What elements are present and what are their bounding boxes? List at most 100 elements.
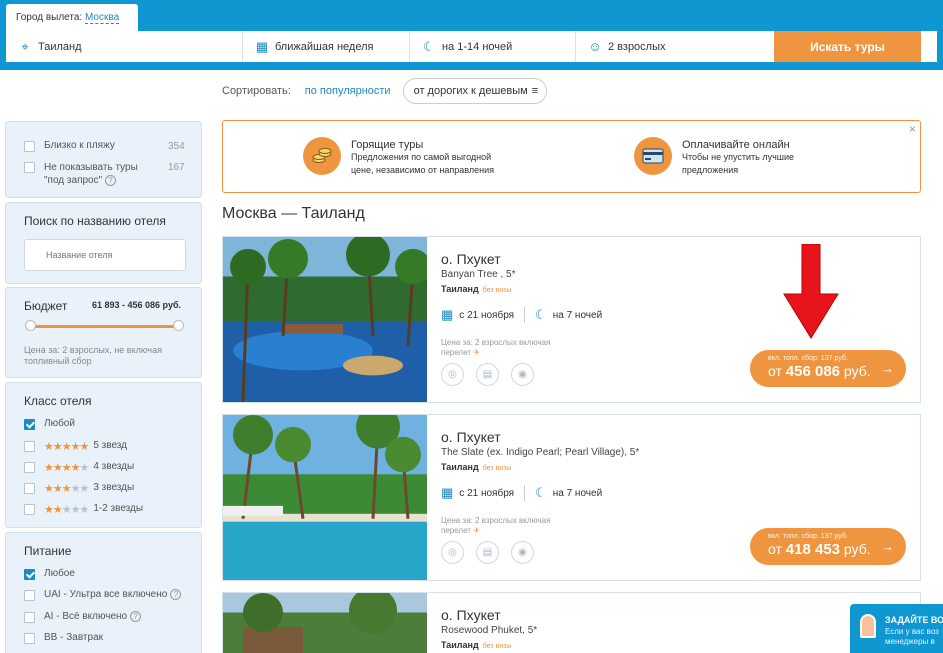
price-amount: 418 453 [785, 541, 841, 558]
wifi-icon: ◉ [511, 541, 534, 564]
promo-hot-tours[interactable]: Горящие туры Предложения по самой выгодн… [303, 137, 494, 177]
checkbox[interactable] [24, 590, 35, 601]
hotel-name-input[interactable] [24, 239, 186, 271]
coins-icon [303, 137, 341, 175]
class-option-any[interactable]: Любой [24, 418, 75, 430]
budget-slider-track[interactable] [30, 325, 178, 328]
price-note-line2: перелет [441, 348, 471, 357]
food-panel: Питание Любое UAI - Ультра все включено … [5, 532, 202, 653]
departure-city-tab[interactable]: Город вылета: Москва [6, 4, 138, 31]
hotel-place[interactable]: о. Пхукет [441, 607, 537, 623]
help-icon[interactable]: ? [104, 175, 116, 186]
budget-note: Цена за: 2 взрослых, не включая топливны… [24, 345, 162, 366]
promo-pay-online[interactable]: Оплачивайте онлайн Чтобы не упустить луч… [634, 137, 794, 177]
hotel-class-panel: Класс отеля Любой ★★★★★ 5 звезд ★★★★★ 4 … [5, 382, 202, 528]
hotel-name[interactable]: Rosewood Phuket, 5* [441, 625, 537, 636]
class-option-5-stars[interactable]: ★★★★★ 5 звезд [24, 440, 127, 453]
moon-icon: ☾ [535, 307, 547, 322]
checkbox[interactable] [24, 162, 35, 173]
food-option-ai[interactable]: AI - Всё включено ? [24, 611, 142, 623]
checkbox[interactable] [24, 441, 35, 452]
country-label: Таиланд [441, 640, 479, 650]
results-title: Москва — Таиланд [222, 205, 365, 222]
visa-badge: без визы [482, 643, 512, 650]
hotel-card[interactable]: о. Пхукет Rosewood Phuket, 5* Таиланд без… [222, 592, 921, 653]
promo-text-block: Горящие туры Предложения по самой выгодн… [351, 137, 494, 177]
hotel-country: Таиланд без визы [441, 640, 537, 650]
checkbox[interactable] [24, 612, 35, 623]
checkbox-checked[interactable] [24, 569, 35, 580]
hotel-photo[interactable] [223, 415, 427, 580]
class-option-3-stars[interactable]: ★★★★★ 3 звезды [24, 482, 134, 495]
hotel-info: о. Пхукет Rosewood Phuket, 5* Таиланд без… [441, 607, 537, 650]
location-pin-icon: ⌖ [21, 38, 29, 54]
stars-icon: ★★★★★ [44, 441, 89, 453]
filter-label-line2: "под запрос" [44, 175, 103, 186]
bicycle-icon: ◎ [441, 541, 464, 564]
checkbox[interactable] [24, 141, 35, 152]
help-icon[interactable]: ? [130, 611, 142, 622]
price-button[interactable]: вкл. топл. сбор: 137 руб. от 418 453 руб… [750, 528, 906, 565]
sort-by-popularity-link[interactable]: по популярности [305, 85, 391, 97]
tourists-field[interactable]: ☺ 2 взрослых [576, 31, 774, 62]
food-option-any[interactable]: Любое [24, 568, 75, 580]
checkbox[interactable] [24, 633, 35, 644]
stars-icon: ★★★★★ [44, 462, 89, 474]
hotel-photo[interactable] [223, 237, 427, 402]
amenities: ◎ ▤ ◉ [441, 363, 534, 386]
filter-no-on-request[interactable]: Не показывать туры "под запрос" ? [24, 161, 138, 187]
tour-start-date: с 21 ноября [459, 487, 515, 499]
filter-near-beach[interactable]: Близко к пляжу [24, 140, 115, 152]
close-icon[interactable]: × [909, 122, 916, 136]
chat-widget[interactable]: ЗАДАЙТЕ ВО Если у вас воз менеджеры в [850, 604, 943, 653]
checkbox[interactable] [24, 504, 35, 515]
hotel-info: о. Пхукет The Slate (ex. Indigo Pearl; P… [441, 429, 639, 472]
hotel-name[interactable]: The Slate (ex. Indigo Pearl; Pearl Villa… [441, 447, 639, 458]
destination-field[interactable]: ⌖ Таиланд [6, 31, 243, 62]
country-label: Таиланд [441, 284, 479, 294]
sort-bar: Сортировать: по популярности от дорогих … [222, 78, 548, 104]
sort-by-price-button[interactable]: от дорогих к дешевым ≡ [402, 78, 548, 104]
departure-city-link[interactable]: Москва [84, 12, 120, 24]
food-option-bb[interactable]: BB - Завтрак [24, 632, 103, 644]
price-prefix: от [768, 363, 782, 379]
sort-lines-icon: ≡ [531, 85, 539, 97]
visa-badge: без визы [482, 465, 512, 472]
wifi-icon: ◉ [511, 363, 534, 386]
moon-icon: ☾ [423, 38, 435, 54]
promo-text: предложения [682, 165, 739, 175]
checkbox-checked[interactable] [24, 419, 35, 430]
divider [524, 485, 526, 501]
hotel-name[interactable]: Banyan Tree , 5* [441, 269, 516, 280]
visa-badge: без визы [482, 287, 512, 294]
hotel-place[interactable]: о. Пхукет [441, 429, 639, 445]
calendar-icon: ▦ [255, 38, 269, 54]
chat-text-line1: Если у вас воз [885, 627, 939, 636]
help-icon[interactable]: ? [170, 589, 182, 600]
red-arrow-annotation [783, 244, 839, 339]
search-tours-button[interactable]: Искать туры [774, 31, 921, 62]
food-label: UAI - Ультра все включено [44, 589, 168, 600]
food-option-uai[interactable]: UAI - Ультра все включено ? [24, 589, 182, 601]
promo-text-block: Оплачивайте онлайн Чтобы не упустить луч… [682, 137, 794, 177]
checkbox[interactable] [24, 462, 35, 473]
checkbox[interactable] [24, 483, 35, 494]
price-button[interactable]: вкл. топл. сбор: 137 руб. от 456 086 руб… [750, 350, 906, 387]
budget-slider-max-handle[interactable] [173, 320, 184, 331]
tour-dates: ▦ с 21 ноября ☾ на 7 ночей [441, 485, 602, 501]
class-option-1-2-stars[interactable]: ★★★★★ 1-2 звезды [24, 503, 143, 516]
arrow-right-icon: → [881, 539, 894, 554]
tour-dates: ▦ с 21 ноября ☾ на 7 ночей [441, 307, 602, 323]
nights-field[interactable]: ☾ на 1-14 ночей [410, 31, 576, 62]
filter-count: 354 [168, 141, 185, 152]
budget-slider-min-handle[interactable] [25, 320, 36, 331]
hotel-card[interactable]: о. Пхукет The Slate (ex. Indigo Pearl; P… [222, 414, 921, 581]
departure-city-label: Город вылета: [16, 12, 83, 23]
dates-field[interactable]: ▦ ближайшая неделя [243, 31, 410, 62]
price-note: Цена за: 2 взрослых включая перелет ✈ [441, 516, 550, 536]
hotel-photo[interactable] [223, 593, 427, 653]
hotel-place[interactable]: о. Пхукет [441, 251, 516, 267]
food-label: Любое [44, 568, 75, 579]
class-option-4-stars[interactable]: ★★★★★ 4 звезды [24, 461, 134, 474]
food-title: Питание [24, 544, 72, 558]
